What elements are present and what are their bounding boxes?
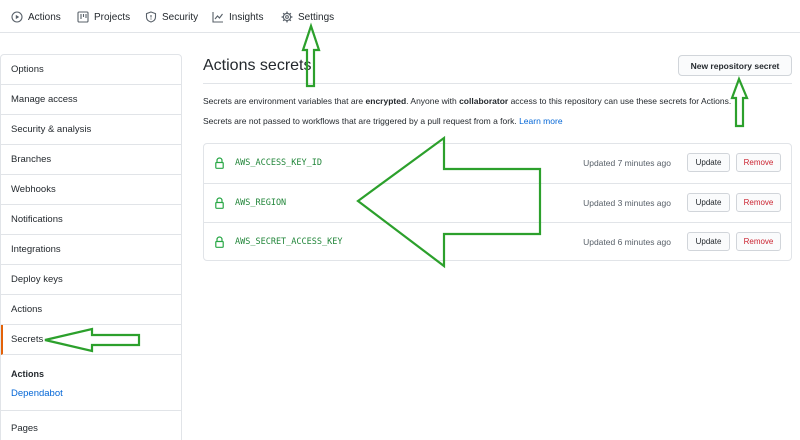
sidebar-item-webhooks[interactable]: Webhooks [1,175,181,205]
secrets-list: AWS_ACCESS_KEY_ID Updated 7 minutes ago … [203,143,792,261]
tab-label: Insights [229,11,264,23]
play-circle-icon [11,11,23,23]
tab-security[interactable]: Security [145,9,198,25]
sidebar-item-label: Actions [11,304,43,315]
update-secret-button[interactable]: Update [687,232,730,251]
settings-sidebar: Options Manage access Security & analysi… [0,54,182,440]
shield-icon [145,11,157,23]
desc-text: Secrets are not passed to workflows that… [203,116,520,126]
remove-secret-button[interactable]: Remove [736,193,781,212]
tab-label: Settings [298,11,335,23]
desc-bold: collaborator [459,96,509,106]
graph-icon [212,11,224,23]
secret-name: AWS_REGION [235,198,287,208]
project-board-icon [77,11,89,23]
tab-actions[interactable]: Actions [11,9,61,25]
sidebar-item-notifications[interactable]: Notifications [1,205,181,235]
fork-note: Secrets are not passed to workflows that… [203,116,563,126]
secret-row: AWS_REGION Updated 3 minutes ago Update … [204,183,791,222]
sidebar-item-options[interactable]: Options [1,55,181,85]
tab-projects[interactable]: Projects [77,9,130,25]
annotation-arrow-up-icon [301,22,321,88]
sidebar-item-security-analysis[interactable]: Security & analysis [1,115,181,145]
sidebar-item-label: Manage access [11,94,78,105]
annotation-arrow-up-icon [730,76,749,128]
sidebar-item-label: Notifications [11,214,63,225]
sidebar-item-branches[interactable]: Branches [1,145,181,175]
sidebar-item-label: Branches [11,154,52,165]
sidebar-item-label: Options [11,64,44,75]
repo-nav: Actions Projects Security Insights Setti… [0,0,800,33]
gear-icon [281,11,293,23]
desc-text: Secrets are environment variables that a… [203,96,366,106]
header-divider [203,83,792,84]
lock-icon [215,197,224,209]
sidebar-item-integrations[interactable]: Integrations [1,235,181,265]
secret-row: AWS_ACCESS_KEY_ID Updated 7 minutes ago … [204,144,791,183]
page-title: Actions secrets [203,57,312,74]
sidebar-item-pages[interactable]: Pages [11,423,38,434]
sidebar-item-label: Integrations [11,244,61,255]
sidebar-item-dependabot[interactable]: Dependabot [11,388,63,399]
secret-updated: Updated 3 minutes ago [583,198,671,208]
secret-updated: Updated 6 minutes ago [583,237,671,247]
lock-icon [215,236,224,248]
sidebar-item-deploy-keys[interactable]: Deploy keys [1,265,181,295]
update-secret-button[interactable]: Update [687,193,730,212]
tab-insights[interactable]: Insights [212,9,263,25]
remove-secret-button[interactable]: Remove [736,153,781,172]
sidebar-item-label: Secrets [11,334,44,345]
remove-secret-button[interactable]: Remove [736,232,781,251]
new-repository-secret-button[interactable]: New repository secret [678,55,792,76]
tab-settings[interactable]: Settings [281,9,334,25]
desc-text: . Anyone with [406,96,460,106]
sidebar-item-label: Security & analysis [11,124,92,135]
sidebar-item-actions[interactable]: Actions [1,295,181,325]
tab-label: Security [162,11,199,23]
secrets-description: Secrets are environment variables that a… [203,96,731,106]
tab-label: Projects [94,11,131,23]
secret-updated: Updated 7 minutes ago [583,158,671,168]
secret-row: AWS_SECRET_ACCESS_KEY Updated 6 minutes … [204,222,791,261]
desc-text: access to this repository can use these … [508,96,732,106]
sidebar-divider [1,410,181,411]
secret-name: AWS_SECRET_ACCESS_KEY [235,237,343,247]
lock-icon [215,157,224,169]
secret-name: AWS_ACCESS_KEY_ID [235,158,322,168]
sidebar-item-manage-access[interactable]: Manage access [1,85,181,115]
tab-label: Actions [28,11,61,23]
learn-more-link[interactable]: Learn more [519,116,562,126]
desc-bold: encrypted [365,96,407,106]
update-secret-button[interactable]: Update [687,153,730,172]
sidebar-section-heading: Actions [11,369,45,379]
sidebar-item-label: Webhooks [11,184,56,195]
sidebar-item-secrets[interactable]: Secrets [1,325,181,355]
sidebar-item-label: Deploy keys [11,274,63,285]
